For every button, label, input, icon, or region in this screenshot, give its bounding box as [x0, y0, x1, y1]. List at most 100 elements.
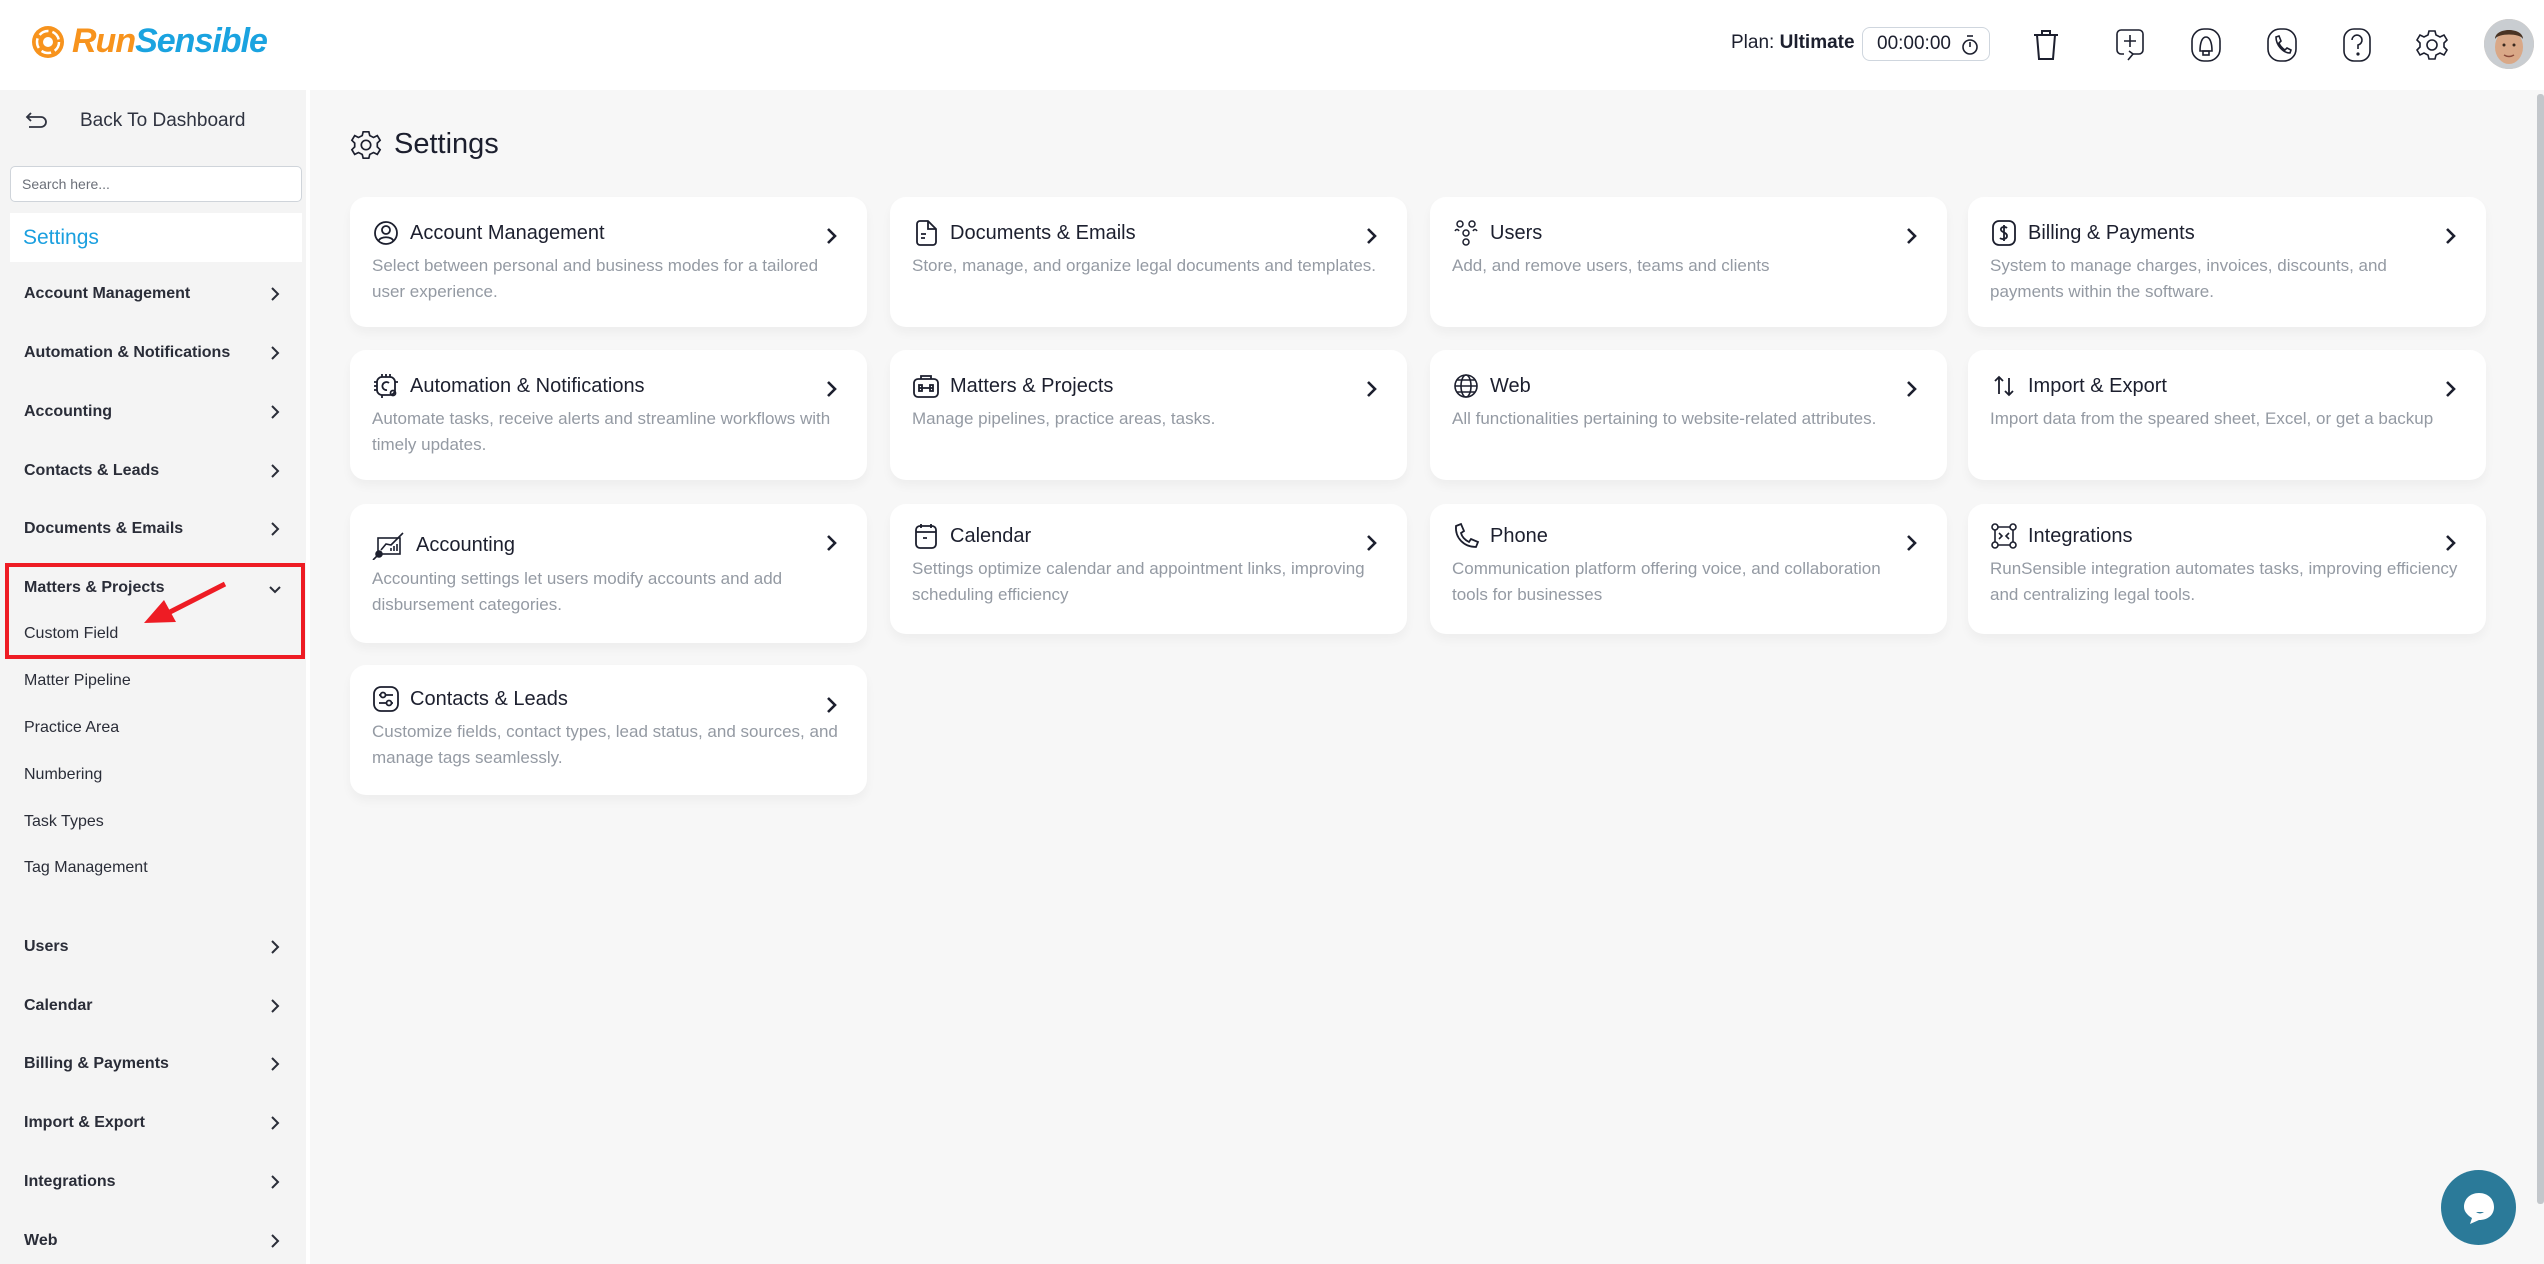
sidebar-item-label: Account Management	[24, 285, 191, 302]
timer-widget[interactable]: 00:00:00	[1862, 27, 1990, 61]
chat-widget-button[interactable]	[2441, 1170, 2516, 1245]
sidebar-item-web[interactable]: Web	[0, 1221, 300, 1261]
notifications-button[interactable]	[2186, 24, 2226, 66]
sidebar-item-contacts-leads[interactable]: Contacts & Leads	[0, 451, 300, 491]
sidebar-item-billing-payments[interactable]: Billing & Payments	[0, 1044, 300, 1084]
logo-text-sensible: Sensible	[135, 22, 268, 60]
back-to-dashboard-link[interactable]: Back To Dashboard	[24, 110, 245, 132]
document-icon	[916, 220, 937, 246]
globe-icon	[1454, 374, 1478, 398]
chevron-right-icon	[271, 287, 280, 301]
settings-card-integrations[interactable]: Integrations RunSensible integration aut…	[1968, 504, 2486, 634]
sidebar-item-import-export[interactable]: Import & Export	[0, 1103, 300, 1143]
sidebar-item-account-management[interactable]: Account Management	[0, 274, 300, 314]
trash-icon	[2034, 30, 2058, 60]
sidebar-item-integrations[interactable]: Integrations	[0, 1162, 300, 1202]
card-title: Contacts & Leads	[410, 687, 568, 710]
logo[interactable]: RunSensible	[30, 22, 268, 61]
chevron-right-icon	[271, 464, 280, 478]
settings-card-account-management[interactable]: Account Management Select between person…	[350, 197, 867, 327]
settings-card-users[interactable]: Users Add, and remove users, teams and c…	[1430, 197, 1947, 327]
sidebar-subitem-matter-pipeline[interactable]: Matter Pipeline	[0, 664, 300, 698]
trash-button[interactable]	[2026, 24, 2066, 66]
logo-mark-icon	[32, 25, 64, 58]
settings-card-import-export[interactable]: Import & Export Import data from the spe…	[1968, 350, 2486, 480]
back-label: Back To Dashboard	[80, 110, 246, 131]
help-button[interactable]	[2337, 24, 2377, 66]
stopwatch-icon[interactable]	[1959, 34, 1981, 56]
settings-card-automation-notifications[interactable]: Automation & Notifications Automate task…	[350, 350, 867, 480]
settings-button[interactable]	[2412, 24, 2452, 66]
settings-card-web[interactable]: Web All functionalities pertaining to we…	[1430, 350, 1947, 480]
card-description: Manage pipelines, practice areas, tasks.	[912, 409, 1216, 428]
accounting-chart-icon	[372, 532, 404, 560]
chevron-right-icon	[271, 1175, 280, 1189]
sidebar-item-automation-notifications[interactable]: Automation & Notifications	[0, 333, 300, 373]
plan-value: Ultimate	[1779, 32, 1855, 53]
sidebar-subitem-task-types[interactable]: Task Types	[0, 805, 300, 839]
sidebar-item-users[interactable]: Users	[0, 927, 300, 967]
chevron-down-icon	[269, 586, 281, 594]
card-description: Settings optimize calendar and appointme…	[912, 559, 1365, 604]
sidebar-subitem-practice-area[interactable]: Practice Area	[0, 711, 300, 745]
card-title: Web	[1490, 374, 1531, 397]
sidebar-subitem-tag-management[interactable]: Tag Management	[0, 851, 300, 885]
plan-label: Plan:	[1731, 32, 1775, 53]
sidebar-item-label: Automation & Notifications	[24, 344, 231, 361]
settings-card-documents-emails[interactable]: Documents & Emails Store, manage, and or…	[890, 197, 1407, 327]
card-description: RunSensible integration automates tasks,…	[1990, 559, 2458, 604]
settings-card-matters-projects[interactable]: Matters & Projects Manage pipelines, pra…	[890, 350, 1407, 480]
sidebar-item-label: Import & Export	[24, 1114, 145, 1131]
undo-arrow-icon	[25, 112, 47, 128]
card-description: Communication platform offering voice, a…	[1452, 559, 1881, 604]
sidebar-section-title[interactable]: Settings	[10, 213, 302, 262]
settings-card-phone[interactable]: Phone Communication platform offering vo…	[1430, 504, 1947, 634]
main-scrollbar[interactable]	[2537, 94, 2544, 1204]
add-task-icon	[2116, 29, 2144, 61]
sidebar-item-label: Billing & Payments	[24, 1055, 169, 1072]
card-title: Calendar	[950, 524, 1032, 547]
sidebar-item-calendar[interactable]: Calendar	[0, 986, 300, 1026]
automation-gear-icon	[374, 374, 398, 398]
card-title: Account Management	[410, 221, 605, 244]
chevron-right-icon	[271, 522, 280, 536]
sidebar-subitem-label: Numbering	[24, 766, 103, 783]
card-description: Import data from the speared sheet, Exce…	[1990, 409, 2434, 428]
add-task-button[interactable]	[2110, 24, 2150, 66]
phone-button[interactable]	[2262, 24, 2302, 66]
chevron-right-icon	[271, 1116, 280, 1130]
card-description: System to manage charges, invoices, disc…	[1990, 256, 2387, 301]
settings-card-calendar[interactable]: Calendar Settings optimize calendar and …	[890, 504, 1407, 634]
chevron-right-icon	[271, 1057, 280, 1071]
sidebar-item-accounting[interactable]: Accounting	[0, 392, 300, 432]
help-icon	[2343, 28, 2371, 62]
dollar-icon	[1992, 220, 2016, 246]
settings-card-accounting[interactable]: Accounting Accounting settings let users…	[350, 504, 867, 643]
gear-icon	[2415, 30, 2449, 60]
sidebar-subitem-numbering[interactable]: Numbering	[0, 758, 300, 792]
sidebar: Back To Dashboard Settings Account Manag…	[0, 90, 310, 1264]
chevron-right-icon	[827, 535, 837, 551]
contacts-settings-icon	[373, 686, 399, 712]
card-description: Store, manage, and organize legal docume…	[912, 256, 1377, 275]
user-avatar[interactable]	[2484, 19, 2534, 69]
card-description: Automate tasks, receive alerts and strea…	[372, 409, 831, 454]
chevron-right-icon	[271, 940, 280, 954]
integrations-icon	[1991, 523, 2017, 549]
bell-icon	[2191, 28, 2221, 62]
sidebar-item-label: Accounting	[24, 403, 112, 420]
sidebar-item-label: Users	[24, 938, 69, 955]
settings-gear-icon	[350, 130, 382, 159]
sidebar-item-documents-emails[interactable]: Documents & Emails	[0, 509, 300, 549]
sidebar-item-label: Documents & Emails	[24, 520, 184, 537]
sidebar-subitem-custom-field[interactable]: Custom Field	[0, 617, 300, 651]
sidebar-item-matters-projects[interactable]: Matters & Projects	[0, 568, 300, 608]
sidebar-search-input[interactable]	[10, 166, 302, 202]
card-description: Select between personal and business mod…	[372, 256, 819, 301]
sidebar-item-label: Calendar	[24, 997, 93, 1014]
settings-card-billing-payments[interactable]: Billing & Payments System to manage char…	[1968, 197, 2486, 327]
settings-card-contacts-leads[interactable]: Contacts & Leads Customize fields, conta…	[350, 665, 867, 795]
top-header: RunSensible Plan: Ultimate 00:00:00	[0, 0, 2544, 90]
briefcase-icon	[913, 375, 939, 398]
card-title: Users	[1490, 221, 1543, 244]
